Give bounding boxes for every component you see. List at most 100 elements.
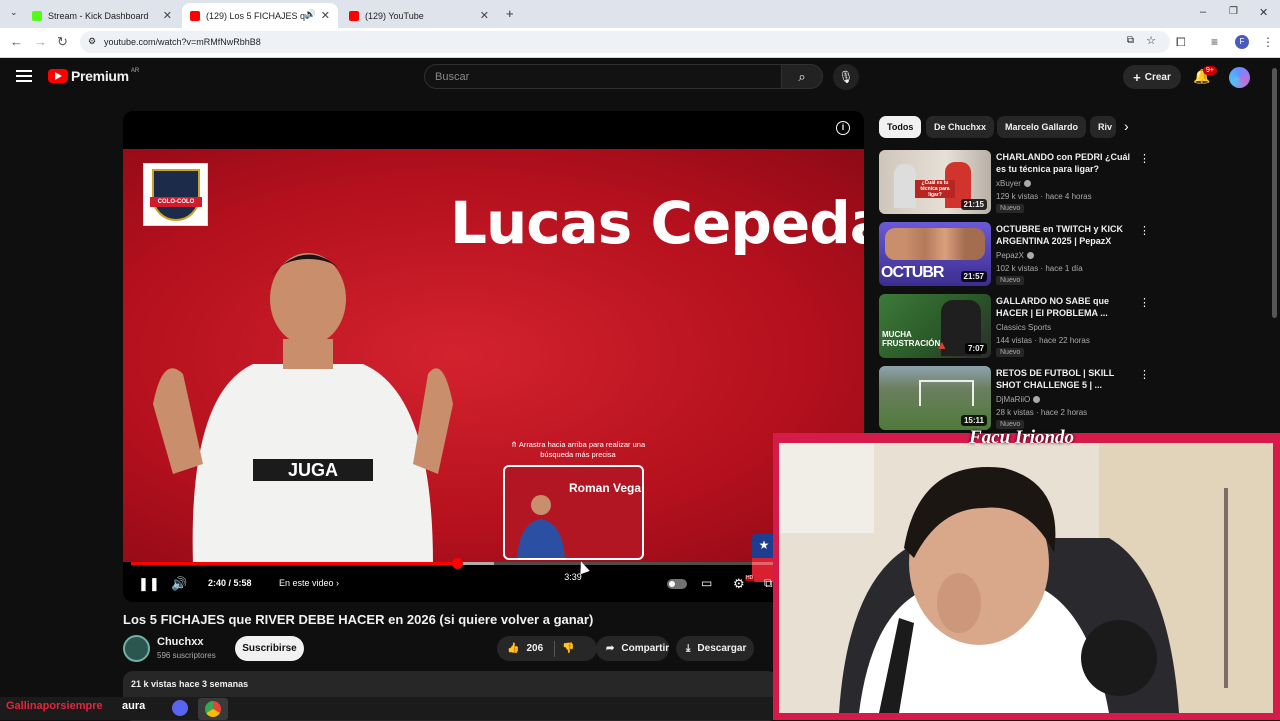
close-tab-icon[interactable]: ✕ [163,9,172,22]
youtube-premium-logo[interactable]: Premium AR [48,68,139,84]
like-button[interactable]: 👍 206 👎 [497,636,597,661]
youtube-logo-icon [48,69,68,83]
video-title[interactable]: RETOS DE FUTBOL | SKILL SHOT CHALLENGE 5… [996,367,1136,391]
channel-name[interactable]: xBuyer [996,179,1031,188]
plus-icon: + [1133,69,1141,85]
recommendation-item[interactable]: 15:11 RETOS DE FUTBOL | SKILL SHOT CHALL… [879,366,1150,432]
share-button[interactable]: ➦ Compartir [596,636,669,661]
search-button[interactable]: ⌕ [781,64,823,89]
video-title[interactable]: GALLARDO NO SABE que HACER | El PROBLEMA… [996,295,1136,319]
install-app-icon[interactable]: ⧉ [1127,35,1134,46]
media-controls-icon[interactable]: ≡ [1211,35,1218,49]
thumbs-up-icon: 👍 [507,643,520,654]
tab-kick-dashboard[interactable]: Stream - Kick Dashboard ✕ [24,3,180,28]
thumb-caption: ¿Cuál es tu técnica para ligar? [915,180,955,198]
scrubber-handle[interactable] [452,558,464,569]
download-button[interactable]: ⤓ Descargar [676,636,754,661]
in-this-video-button[interactable]: En este video › [279,578,339,588]
reload-icon[interactable]: ↻ [57,34,68,50]
channel-name[interactable]: Classics Sports [996,323,1051,332]
bookmark-star-icon[interactable]: ☆ [1146,34,1156,47]
create-button[interactable]: + Crear [1123,65,1181,89]
chips-next-chevron-icon[interactable]: › [1124,118,1129,134]
miniplayer-icon[interactable]: ⧉ [764,576,773,591]
extensions-icon[interactable]: ⧠ [1176,35,1186,50]
discord-icon[interactable] [172,700,188,716]
new-tab-icon[interactable]: + [506,6,514,21]
verified-icon [1033,396,1041,403]
recommendation-item[interactable]: OCTUBR 21:57 OCTUBRE en TWITCH y KICK AR… [879,222,1150,288]
warning-icon: ▲ [936,338,948,352]
video-thumbnail[interactable]: 15:11 [879,366,991,430]
scrollbar[interactable] [1272,68,1277,318]
close-tab-icon[interactable]: ✕ [321,9,330,22]
pause-icon[interactable]: ❚❚ [138,576,160,592]
autoplay-toggle[interactable] [667,579,687,589]
thumb-faces [885,228,985,260]
video-thumbnail[interactable]: OCTUBR 21:57 [879,222,991,286]
volume-icon[interactable]: 🔊 [171,576,187,592]
profile-avatar[interactable]: F [1235,35,1249,49]
video-duration: 21:15 [960,199,987,210]
share-icon: ➦ [606,643,615,654]
progress-bar[interactable] [131,558,856,569]
verified-icon [1023,180,1031,187]
browser-menu-icon[interactable]: ⋮ [1262,35,1274,49]
search-icon: ⌕ [798,69,806,84]
video-title: Los 5 FICHAJES que RIVER DEBE HACER en 2… [123,612,594,627]
url-text: youtube.com/watch?v=mRMfNwRbhB8 [104,37,261,47]
url-field[interactable]: ⚙ youtube.com/watch?v=mRMfNwRbhB8 ⧉ ☆ [80,31,1170,53]
channel-name[interactable]: Chuchxx [157,636,203,648]
channel-name[interactable]: DjMaRiiO [996,395,1041,404]
site-info-icon[interactable]: ⚙ [88,36,96,47]
minimize-icon[interactable]: – [1200,6,1206,18]
thumb-person [894,164,916,208]
account-avatar[interactable] [1229,67,1250,88]
tab-list-chevron-icon[interactable]: ⌄ [10,7,18,18]
thumb-caption: OCTUBR [881,264,944,281]
more-actions-icon[interactable]: ⋮ [1139,224,1150,237]
video-title[interactable]: OCTUBRE en TWITCH y KICK ARGENTINA 2025 … [996,223,1136,247]
chip-de-chuchxx[interactable]: De Chuchxx [926,116,995,138]
tab-current-video[interactable]: (129) Los 5 FICHAJES que R 🔊 ✕ [182,3,338,28]
forward-icon[interactable]: → [34,34,47,49]
menu-icon[interactable] [16,70,32,82]
more-actions-icon[interactable]: ⋮ [1139,296,1150,309]
video-thumbnail[interactable]: ¿Cuál es tu técnica para ligar? 21:15 [879,150,991,214]
video-title[interactable]: CHARLANDO con PEDRI ¿Cuál es tu técnica … [996,151,1136,175]
recommendation-item[interactable]: ¿Cuál es tu técnica para ligar? 21:15 CH… [879,150,1150,216]
restore-icon[interactable]: ❐ [1229,6,1238,17]
more-actions-icon[interactable]: ⋮ [1139,152,1150,165]
chip-todos[interactable]: Todos [879,116,922,138]
video-thumbnail[interactable]: MUCHA FRUSTRACIÓN ▲ 7:07 [879,294,991,358]
close-tab-icon[interactable]: ✕ [480,9,489,22]
webcam-feed [779,443,1273,713]
tab-title: (129) YouTube [365,10,424,21]
window-close-icon[interactable]: ✕ [1259,6,1268,19]
more-actions-icon[interactable]: ⋮ [1139,368,1150,381]
chrome-logo-icon [205,701,221,717]
chip-marcelo-gallardo[interactable]: Marcelo Gallardo [997,116,1087,138]
subscribe-button[interactable]: Suscribirse [235,636,304,661]
stream-overlay-text: Gallinaporsiempre [6,700,103,712]
settings-gear-icon[interactable]: ⚙ [733,576,745,592]
back-icon[interactable]: ← [10,34,23,49]
webcam-scene [779,443,1273,713]
channel-avatar[interactable] [123,635,150,662]
channel-name[interactable]: PepazX [996,251,1035,260]
info-icon[interactable]: i [836,121,850,135]
time-display: 2:40 / 5:58 [208,578,252,588]
channel-label: xBuyer [996,179,1021,188]
browser-tab-bar: ⌄ Stream - Kick Dashboard ✕ (129) Los 5 … [0,0,1280,28]
tab-audio-icon[interactable]: 🔊 [305,9,316,20]
recommendation-item[interactable]: MUCHA FRUSTRACIÓN ▲ 7:07 GALLARDO NO SAB… [879,294,1150,360]
tab-youtube-home[interactable]: (129) YouTube ✕ [341,3,497,28]
search-placeholder: Buscar [435,71,470,83]
search-input[interactable]: Buscar [424,64,782,89]
voice-search-icon[interactable]: 🎙 [833,64,859,90]
video-frame[interactable]: COLO-COLO JUGA Lucas Cepeda ⤊ Arrastra h… [123,149,864,586]
video-player[interactable]: i COLO-COLO JUGA Lucas Cepeda ⤊ Arrastra… [123,111,864,602]
thumbs-down-icon[interactable]: 👎 [562,643,574,654]
chip-river[interactable]: Riv [1090,116,1116,138]
subtitles-icon[interactable]: ▭ [701,576,712,590]
